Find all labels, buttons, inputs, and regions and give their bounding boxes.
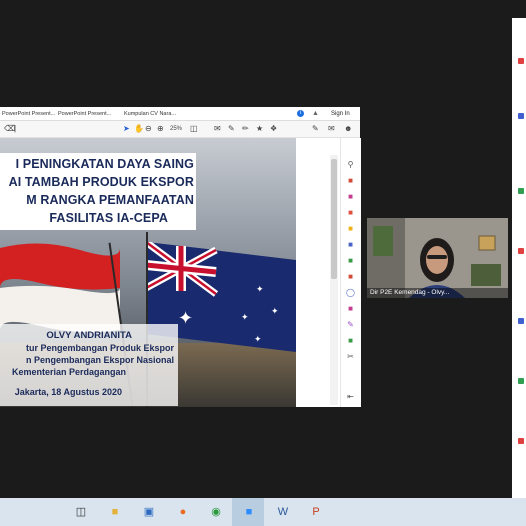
svg-text:✦: ✦: [241, 313, 249, 323]
tag-tool-icon[interactable]: ❖: [270, 124, 277, 134]
panel-marker-icon: [518, 248, 524, 254]
svg-text:✦: ✦: [271, 307, 279, 317]
select-cursor-icon[interactable]: ➤: [123, 124, 130, 134]
right-side-panel[interactable]: [512, 18, 526, 498]
optimize-icon[interactable]: ■: [346, 304, 355, 313]
shared-screen-window: PowerPoint Present... PowerPoint Present…: [0, 107, 361, 407]
stamp-tool-icon[interactable]: ★: [256, 124, 263, 134]
bell-icon[interactable]: ▲: [312, 110, 319, 117]
svg-text:✦: ✦: [178, 308, 193, 329]
sign-in-button[interactable]: Sign In: [331, 111, 350, 117]
speaker-name: OLVY ANDRIANITA: [46, 330, 132, 341]
speaker-role-2: n Pengembangan Ekspor Nasional: [25, 355, 174, 365]
highlight-tool-icon[interactable]: ✏: [242, 124, 249, 134]
vertical-scrollbar[interactable]: [330, 155, 338, 405]
search-icon[interactable]: ⚲: [346, 160, 355, 169]
redact-icon[interactable]: ■: [346, 272, 355, 281]
firefox-icon[interactable]: ●: [174, 503, 192, 521]
panel-marker-icon: [518, 58, 524, 64]
zoom-app-icon[interactable]: ■: [240, 503, 258, 521]
svg-text:✦: ✦: [256, 285, 264, 295]
panel-marker-icon: [518, 188, 524, 194]
pdf-toolbar: ⌫ | ➤ ✋ ⊖ ⊕ 25% ◫ ✉ ✎ ✏ ★ ❖ ✎ ✉ ☻: [0, 121, 360, 138]
indonesia-flag: [0, 243, 120, 333]
participant-video-tile[interactable]: Dir P2E Kemendag - Olvy...: [367, 218, 508, 298]
protect-icon[interactable]: ◯: [346, 288, 355, 297]
send-icon[interactable]: ■: [346, 336, 355, 345]
powerpoint-icon[interactable]: P: [307, 503, 325, 521]
comment-tool-icon[interactable]: ✉: [214, 124, 221, 134]
slide-title-line-2: AI TAMBAH PRODUK EKSPOR: [8, 175, 194, 189]
file-explorer-icon[interactable]: ■: [106, 503, 124, 521]
sign-icon[interactable]: ✎: [312, 124, 319, 134]
combine-files-icon[interactable]: ■: [346, 240, 355, 249]
speaker-role-1: tur Pengembangan Produk Ekspor: [25, 343, 174, 353]
zoom-out-icon[interactable]: ⊖: [145, 124, 152, 134]
tab-powerpoint-1[interactable]: PowerPoint Present...: [2, 111, 55, 117]
pen-tool-icon[interactable]: ✎: [228, 124, 235, 134]
place-date: Jakarta, 18 Agustus 2020: [14, 387, 122, 397]
browser-tab-bar: PowerPoint Present... PowerPoint Present…: [0, 107, 360, 121]
scroll-thumb[interactable]: [331, 159, 337, 279]
fit-page-icon[interactable]: ◫: [190, 124, 198, 134]
account-icon[interactable]: ☻: [344, 124, 352, 134]
info-icon[interactable]: i: [297, 110, 304, 117]
page-number-label: |: [14, 124, 17, 133]
speaker-info-box: OLVY ANDRIANITA tur Pengembangan Produk …: [0, 324, 178, 406]
svg-text:✦: ✦: [254, 335, 262, 345]
hand-tool-icon[interactable]: ✋: [134, 124, 144, 134]
windows-taskbar: ◫ ■ ▣ ● ◉ ■ W P: [0, 498, 526, 526]
chrome-icon[interactable]: ◉: [207, 503, 225, 521]
export-pdf-icon[interactable]: ■: [346, 176, 355, 185]
zoom-level[interactable]: 25%: [170, 124, 182, 134]
fill-sign-icon[interactable]: ✎: [346, 320, 355, 329]
panel-marker-icon: [518, 318, 524, 324]
presentation-slide: ✦ ✦ ✦ ✦ ✦ I PENINGKATAN DAYA SAING AI TA…: [0, 138, 296, 407]
panel-marker-icon: [518, 113, 524, 119]
zoom-in-icon[interactable]: ⊕: [157, 124, 164, 134]
collapse-panel-icon[interactable]: ⇤: [346, 392, 355, 401]
slide-title-line-3: M RANGKA PEMANFAATAN: [26, 193, 194, 207]
panel-marker-icon: [518, 438, 524, 444]
participant-video-frame: [367, 218, 508, 298]
comment-icon[interactable]: ■: [346, 224, 355, 233]
create-pdf-icon[interactable]: ■: [346, 208, 355, 217]
organize-pages-icon[interactable]: ■: [346, 256, 355, 265]
slide-title-box: I PENINGKATAN DAYA SAING AI TAMBAH PRODU…: [0, 153, 196, 230]
word-icon[interactable]: W: [274, 503, 292, 521]
more-tools-icon[interactable]: ✂: [346, 352, 355, 361]
tab-cv-narasumber[interactable]: Kumpulan CV Nara...: [124, 111, 176, 117]
task-view-icon[interactable]: ◫: [72, 503, 90, 521]
store-icon[interactable]: ▣: [140, 503, 158, 521]
slide-title-line-1: I PENINGKATAN DAYA SAING: [15, 157, 194, 171]
zoom-meeting-canvas: PowerPoint Present... PowerPoint Present…: [0, 0, 526, 526]
tab-powerpoint-2[interactable]: PowerPoint Present...: [58, 111, 111, 117]
slide-title-line-4: FASILITAS IA-CEPA: [49, 211, 168, 225]
speaker-organization: Kementerian Perdagangan: [11, 367, 126, 377]
panel-marker-icon: [518, 378, 524, 384]
pdf-tools-sidebar: ⚲ ■ ■ ■ ■ ■ ■ ■ ◯ ■ ✎ ■ ✂ ⇤: [340, 138, 361, 407]
edit-pdf-icon[interactable]: ■: [346, 192, 355, 201]
email-icon[interactable]: ✉: [328, 124, 335, 134]
participant-name-label: Dir P2E Kemendag - Olvy...: [367, 288, 508, 298]
